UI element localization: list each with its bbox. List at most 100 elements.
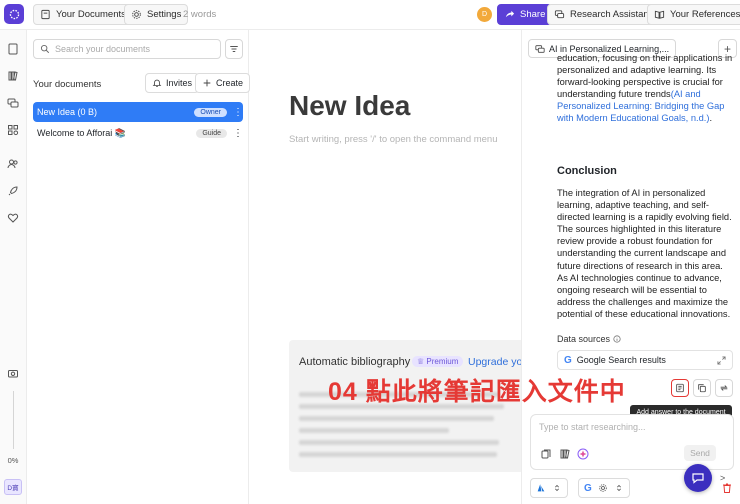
progress-value: 0% xyxy=(7,456,19,465)
add-to-document-button[interactable] xyxy=(671,379,689,397)
library-icon[interactable] xyxy=(559,448,571,460)
search-icon xyxy=(40,44,50,54)
blurred-citation xyxy=(299,428,449,433)
attach-icon[interactable] xyxy=(540,448,552,460)
book-icon xyxy=(654,10,665,19)
search-source-selector[interactable]: G xyxy=(578,478,630,498)
create-label: Create xyxy=(216,78,244,88)
workspace-avatar[interactable]: D寶 xyxy=(4,479,22,495)
chevron-updown-icon xyxy=(616,484,621,492)
gear-icon xyxy=(132,10,141,19)
chat-icon xyxy=(535,44,545,53)
conclusion-text: The integration of AI in personalized le… xyxy=(557,188,732,319)
send-button[interactable]: Send xyxy=(684,445,716,461)
share-icon xyxy=(505,10,515,18)
filter-icon xyxy=(230,46,238,52)
chat-icon xyxy=(554,10,565,19)
user-avatar[interactable]: D xyxy=(477,7,492,22)
documents-icon xyxy=(41,9,50,20)
plus-icon xyxy=(203,79,211,87)
guide-badge: Guide xyxy=(196,128,227,138)
tutorial-annotation: 04 點此將筆記匯入文件中 xyxy=(328,378,626,406)
more-options-icon[interactable]: ⋮ xyxy=(233,107,243,118)
share-label: Share xyxy=(520,9,546,20)
insert-document-icon xyxy=(676,383,684,393)
blurred-citation xyxy=(299,452,497,457)
info-icon[interactable] xyxy=(613,335,621,343)
editor-placeholder[interactable]: Start writing, press '/' to open the com… xyxy=(289,134,498,145)
progress-track xyxy=(13,391,14,449)
apps-nav-icon[interactable] xyxy=(7,124,19,136)
support-chat-button[interactable] xyxy=(684,464,712,492)
create-button[interactable]: Create xyxy=(195,73,251,93)
document-item-welcome[interactable]: Welcome to Afforai 📚 Guide ⋮ xyxy=(33,123,243,143)
document-name: New Idea (0 B) xyxy=(37,107,98,117)
google-icon: G xyxy=(564,354,572,366)
camera-icon[interactable] xyxy=(7,367,19,379)
sparkle-icon[interactable] xyxy=(577,448,589,460)
top-bar: Your Documents Settings 2 words D Share … xyxy=(0,0,740,30)
premium-badge: ♕ Premium xyxy=(412,356,464,367)
model-selector[interactable] xyxy=(530,478,568,498)
documents-nav-icon[interactable] xyxy=(7,43,19,55)
settings-button[interactable]: Settings xyxy=(124,4,189,25)
share-button[interactable]: Share xyxy=(497,4,553,25)
data-sources-label: Data sources xyxy=(557,334,621,344)
azure-icon xyxy=(537,484,545,492)
chevron-updown-icon xyxy=(555,484,559,492)
library-nav-icon[interactable] xyxy=(7,70,19,82)
document-item-new-idea[interactable]: New Idea (0 B) Owner ⋮ xyxy=(33,102,243,122)
bibliography-title: Automatic bibliography xyxy=(299,356,411,368)
settings-label: Settings xyxy=(147,9,182,20)
expand-icon[interactable] xyxy=(717,355,726,365)
data-source-google[interactable]: G Google Search results xyxy=(557,350,733,370)
invites-button[interactable]: Invites xyxy=(145,73,200,93)
editor[interactable]: New Idea Start writing, press '/' to ope… xyxy=(250,30,529,504)
copy-icon xyxy=(698,384,706,393)
upgrade-link[interactable]: Upgrade you xyxy=(468,356,528,368)
research-assistant-button[interactable]: Research Assistant xyxy=(547,4,659,25)
premium-label: Premium xyxy=(426,357,459,366)
search-box[interactable] xyxy=(33,39,221,59)
documents-panel: Your documents Invites Create New Idea (… xyxy=(27,30,251,504)
blurred-citation xyxy=(299,416,494,421)
your-documents-label: Your Documents xyxy=(56,9,126,20)
research-assistant-label: Research Assistant xyxy=(570,9,652,20)
team-nav-icon[interactable] xyxy=(7,158,19,170)
heart-nav-icon[interactable] xyxy=(7,212,19,224)
research-composer[interactable]: Send xyxy=(530,414,734,470)
conclusion-heading: Conclusion xyxy=(557,165,617,177)
regenerate-button[interactable] xyxy=(715,379,733,397)
invites-label: Invites xyxy=(166,78,193,88)
your-documents-heading: Your documents xyxy=(33,79,102,90)
data-sources-text: Data sources xyxy=(557,334,611,344)
document-title[interactable]: New Idea xyxy=(289,90,410,122)
data-source-name: Google Search results xyxy=(576,355,666,365)
word-count: 2 words xyxy=(183,9,217,20)
answer-paragraph: education, focusing on their application… xyxy=(557,52,735,125)
paragraph-end: . xyxy=(709,113,713,124)
research-input[interactable] xyxy=(539,422,727,436)
more-options-icon[interactable]: ⋮ xyxy=(233,128,243,139)
your-documents-button[interactable]: Your Documents xyxy=(33,4,133,25)
your-references-button[interactable]: Your References xyxy=(647,4,740,25)
google-icon: G xyxy=(584,482,592,494)
rocket-nav-icon[interactable] xyxy=(7,185,19,197)
owner-badge: Owner xyxy=(194,107,227,117)
paragraph-text: education, focusing on their application… xyxy=(557,53,733,100)
gear-icon xyxy=(599,484,607,492)
filter-button[interactable] xyxy=(225,39,243,59)
research-panel: AI in Personalized Learning,... + educat… xyxy=(521,30,740,504)
trash-icon[interactable] xyxy=(721,482,733,494)
icon-rail: 0% D寶 xyxy=(0,30,27,504)
app-logo[interactable] xyxy=(4,4,24,24)
copy-button[interactable] xyxy=(693,379,711,397)
chat-nav-icon[interactable] xyxy=(7,97,19,109)
logo-icon xyxy=(9,9,19,19)
blurred-citation xyxy=(299,440,499,445)
search-input[interactable] xyxy=(55,44,205,54)
your-references-label: Your References xyxy=(670,9,740,20)
refresh-icon xyxy=(720,385,728,391)
chat-bubble-icon xyxy=(692,473,704,484)
document-name: Welcome to Afforai 📚 xyxy=(37,127,126,138)
